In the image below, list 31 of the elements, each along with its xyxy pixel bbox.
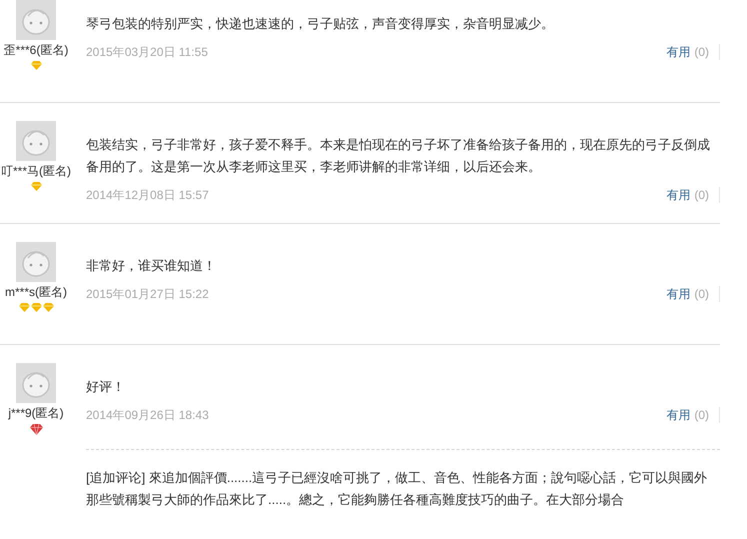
gem-icon [30,424,42,435]
diamond-icon [18,303,30,312]
diamond-icon [30,182,42,191]
useful-link[interactable]: 有用 [666,43,690,61]
diamond-icon [30,303,42,312]
review-date: 2015年01月27日 15:22 [86,286,210,303]
review-text: 包装结实，弓子非常好，孩子爱不释手。本来是怕现在的弓子坏了准备给孩子备用的，现在原先的弓子反倒成备用的了。这是第一次从李老师这里买，李老师讲解的非常详细，以后还会来。 [86,136,711,176]
review-date: 2014年09月26日 18:43 [86,407,210,424]
user-name: 歪***6(匿名) [4,42,68,59]
diamond-icon [30,61,42,70]
diamond-icon [42,303,54,312]
review-text: 好评！ [86,378,126,396]
useful-link[interactable]: 有用 [666,285,690,303]
user-name: 叮***马(匿名) [0,163,71,180]
useful-count: (0) [694,44,720,60]
review-text: 琴弓包装的特别严实，快递也速速的，弓子贴弦，声音变得厚实，杂音明显减少。 [86,15,555,33]
avatar-icon [16,242,56,282]
review-date: 2015年03月20日 11:55 [86,44,209,61]
avatar-icon [16,0,56,40]
avatar-icon [16,121,56,161]
useful-link[interactable]: 有用 [666,406,690,424]
user-name: m***s(匿名) [5,284,67,301]
useful-count: (0) [694,286,720,302]
avatar-icon [16,363,56,403]
review-text: 非常好，谁买谁知道！ [86,257,217,275]
user-name: j***9(匿名) [8,405,64,422]
follow-up-review-text: [追加评论] 來追加個評價.......這弓子已經沒啥可挑了，做工、音色、性能各方面；說句噁心話，它可以與國外那些號稱製弓大師的作品來比了.....。總之，它能夠勝任各種高難度技巧的曲子。在大部分場合 [86,449,720,511]
useful-count: (0) [694,187,720,203]
useful-link[interactable]: 有用 [666,186,690,204]
useful-count: (0) [694,407,720,423]
review-date: 2014年12月08日 15:57 [86,187,210,204]
